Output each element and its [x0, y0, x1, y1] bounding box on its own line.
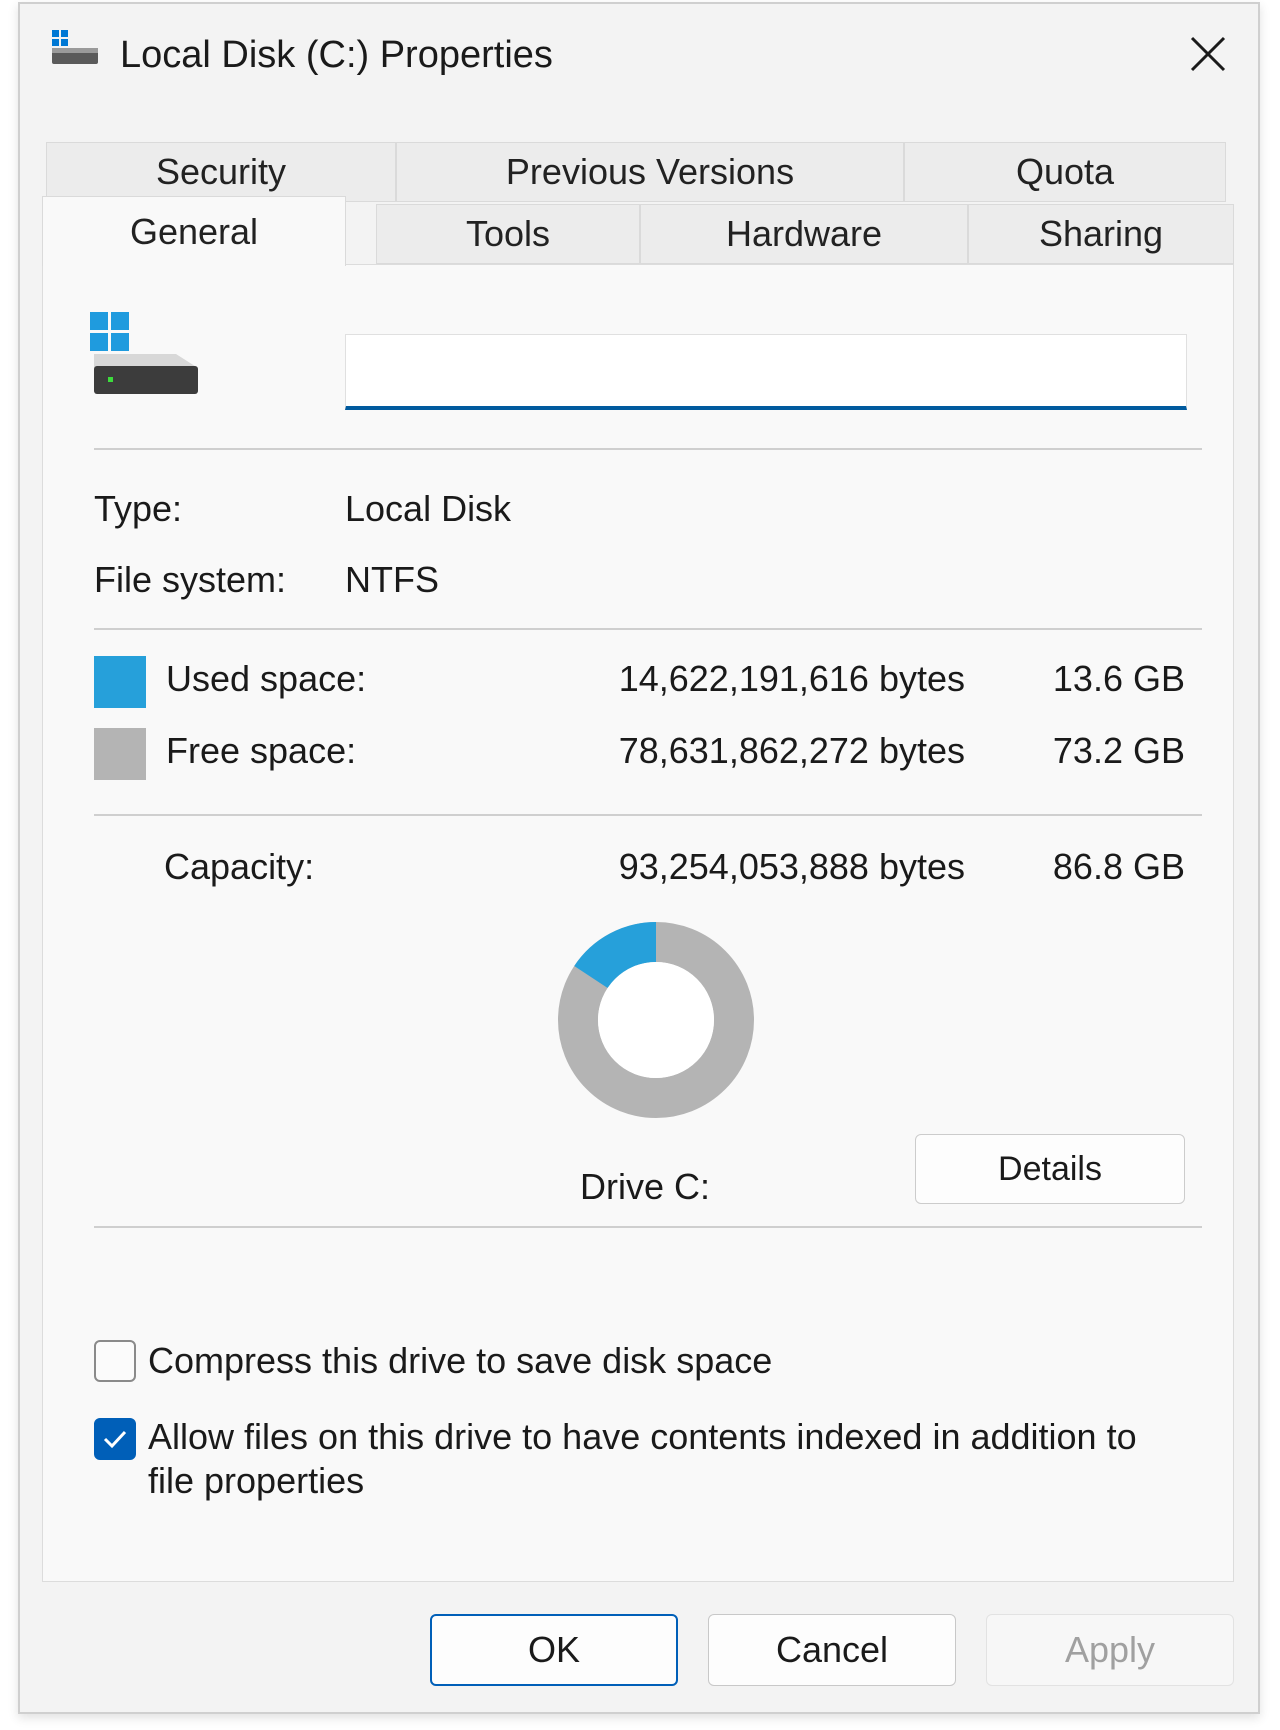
- close-icon: [1190, 36, 1226, 72]
- details-button[interactable]: Details: [915, 1134, 1185, 1204]
- checkmark-icon: [103, 1430, 127, 1449]
- window-title: Local Disk (C:) Properties: [120, 34, 553, 76]
- tab-hardware[interactable]: Hardware: [640, 204, 968, 264]
- type-value: Local Disk: [345, 488, 512, 529]
- ok-button[interactable]: OK: [430, 1614, 678, 1686]
- free-space-size: 73.2 GB: [1052, 730, 1185, 771]
- free-space-bytes: 78,631,862,272 bytes: [618, 730, 965, 771]
- donut-hole: [598, 962, 714, 1078]
- file-system-label: File system:: [94, 559, 287, 600]
- cancel-button[interactable]: Cancel: [708, 1614, 956, 1686]
- used-space-size: 13.6 GB: [1052, 658, 1185, 699]
- compress-label: Compress this drive to save disk space: [148, 1340, 773, 1381]
- usage-donut: [558, 922, 754, 1118]
- drive-icon: [90, 304, 200, 399]
- drive-name-input[interactable]: [345, 334, 1187, 410]
- separator: [94, 448, 1202, 450]
- capacity-size: 86.8 GB: [1052, 846, 1185, 887]
- title-bar: Local Disk (C:) Properties: [20, 4, 1258, 104]
- tab-quota[interactable]: Quota: [904, 142, 1226, 202]
- drive-icon-small: [50, 28, 100, 68]
- separator: [94, 628, 1202, 630]
- used-space-label: Used space:: [166, 658, 367, 699]
- tab-tools[interactable]: Tools: [376, 204, 640, 264]
- capacity-label: Capacity:: [164, 846, 315, 887]
- index-label-line1: Allow files on this drive to have conten…: [148, 1416, 1137, 1457]
- used-space-swatch: [94, 656, 146, 708]
- drive-label: Drive C:: [580, 1166, 711, 1207]
- separator: [94, 814, 1202, 816]
- tab-security[interactable]: Security: [46, 142, 396, 202]
- tab-sharing[interactable]: Sharing: [968, 204, 1234, 264]
- close-button[interactable]: [1178, 26, 1238, 82]
- file-system-value: NTFS: [345, 559, 439, 600]
- compress-checkbox[interactable]: [94, 1340, 136, 1382]
- index-label-line2: file properties: [148, 1460, 365, 1501]
- free-space-label: Free space:: [166, 730, 357, 771]
- separator: [94, 1226, 1202, 1228]
- type-label: Type:: [94, 488, 183, 529]
- free-space-swatch: [94, 728, 146, 780]
- apply-button[interactable]: Apply: [986, 1614, 1234, 1686]
- tab-row-top: Security Previous Versions Quota: [46, 142, 1236, 202]
- used-space-bytes: 14,622,191,616 bytes: [618, 658, 965, 699]
- index-checkbox[interactable]: [94, 1418, 136, 1460]
- properties-dialog: Local Disk (C:) Properties Security Prev…: [18, 2, 1260, 1714]
- tab-previous-versions[interactable]: Previous Versions: [396, 142, 904, 202]
- tab-general[interactable]: General: [42, 196, 346, 266]
- capacity-bytes: 93,254,053,888 bytes: [618, 846, 965, 887]
